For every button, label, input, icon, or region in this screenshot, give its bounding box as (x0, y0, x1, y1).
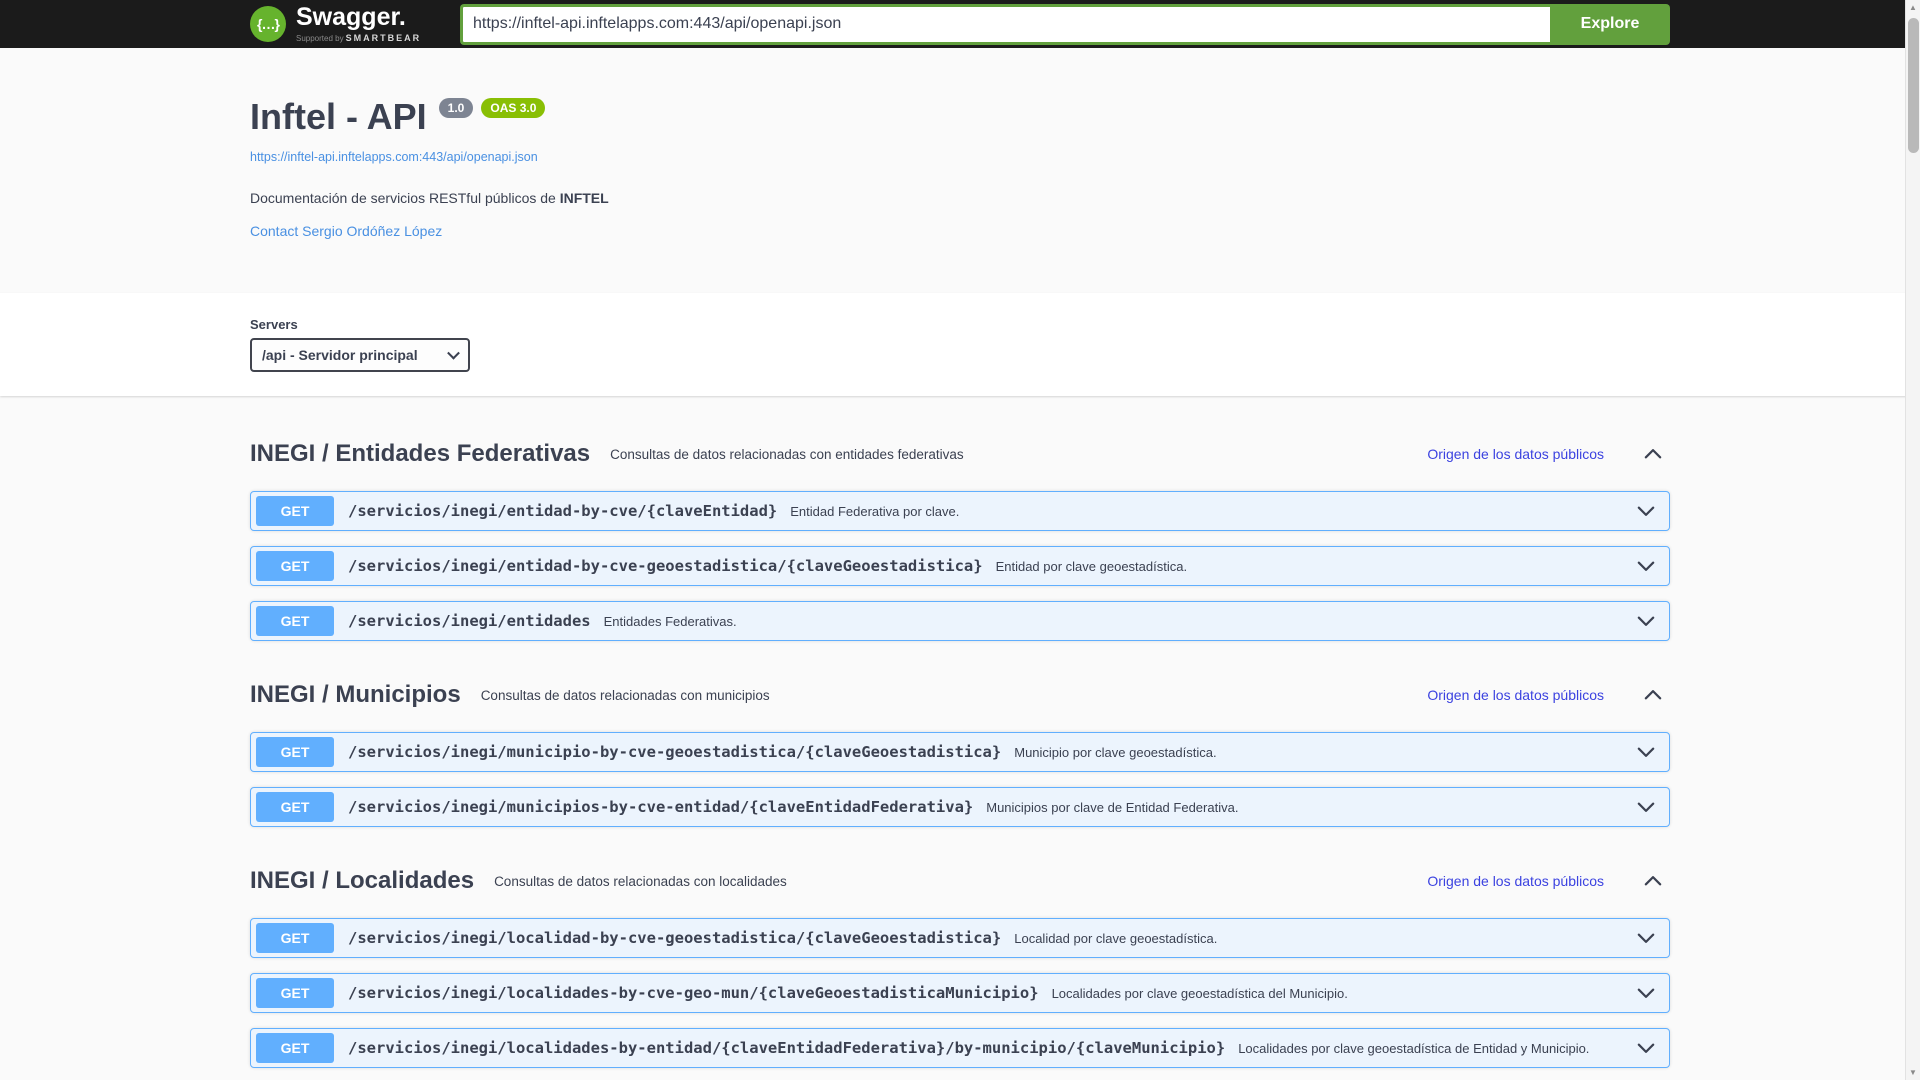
endpoint-path: /servicios/inegi/localidades-by-entidad/… (348, 1039, 1226, 1057)
endpoint-row[interactable]: GET /servicios/inegi/entidad-by-cve-geoe… (250, 546, 1670, 586)
endpoint-row[interactable]: GET /servicios/inegi/localidades-by-cve-… (250, 973, 1670, 1013)
endpoint-summary: Entidad por clave geoestadística. (995, 558, 1188, 574)
swagger-wordmark-text: Swagger. (296, 3, 406, 31)
scroll-down-icon[interactable]: ▼ (1909, 1065, 1917, 1080)
sections: INEGI / Entidades Federativas Consultas … (230, 396, 1690, 1068)
api-description: Documentación de servicios RESTful públi… (250, 190, 1670, 206)
spec-url-input[interactable] (460, 3, 1550, 45)
endpoint-path: /servicios/inegi/municipio-by-cve-geoest… (348, 743, 1002, 761)
api-description-org: INFTEL (559, 190, 609, 206)
page-title: Inftel - API 1.0 OAS 3.0 (250, 96, 1670, 138)
api-tag-description: Consultas de datos relacionadas con enti… (610, 446, 964, 462)
endpoint-path: /servicios/inegi/entidades (348, 612, 591, 630)
swagger-logo-icon: {…} (250, 6, 286, 42)
http-method-badge: GET (256, 496, 334, 526)
chevron-down-icon[interactable] (1635, 610, 1657, 632)
http-method-badge: GET (256, 923, 334, 953)
oas-badge: OAS 3.0 (481, 97, 546, 119)
api-description-text: Documentación de servicios RESTful públi… (250, 190, 560, 206)
http-method-badge: GET (256, 737, 334, 767)
endpoint-row[interactable]: GET /servicios/inegi/localidad-by-cve-ge… (250, 918, 1670, 958)
supported-by-text: Supported by (296, 34, 344, 43)
chevron-down-icon[interactable] (1635, 741, 1657, 763)
api-tag-description: Consultas de datos relacionadas con muni… (480, 687, 770, 703)
endpoint-summary: Localidades por clave geoestadística de … (1238, 1040, 1590, 1056)
external-docs-link[interactable]: Origen de los datos públicos (1427, 687, 1604, 703)
http-method-badge: GET (256, 551, 334, 581)
scroll-up-icon[interactable]: ▲ (1909, 0, 1917, 15)
api-tag-title: INEGI / Municipios (250, 681, 461, 708)
version-badges: 1.0 OAS 3.0 (438, 97, 546, 119)
endpoint-list: GET /servicios/inegi/municipio-by-cve-ge… (250, 732, 1670, 827)
swagger-logo[interactable]: {…} Swagger. Supported by SMARTBEAR (250, 5, 421, 43)
api-tag-section: INEGI / Localidades Consultas de datos r… (250, 867, 1670, 1068)
version-badge: 1.0 (438, 97, 474, 119)
http-method-badge: GET (256, 1033, 334, 1063)
endpoint-path: /servicios/inegi/entidad-by-cve/{claveEn… (348, 502, 778, 520)
external-docs-link[interactable]: Origen de los datos públicos (1427, 446, 1604, 462)
endpoint-summary: Localidad por clave geoestadística. (1014, 930, 1218, 946)
scrollbar-thumb[interactable] (1907, 18, 1919, 153)
spec-url-link[interactable]: https://inftel-api.inftelapps.com:443/ap… (250, 150, 538, 164)
api-title-text: Inftel - API (250, 96, 427, 137)
chevron-up-icon[interactable] (1642, 684, 1664, 706)
api-tag-header[interactable]: INEGI / Entidades Federativas Consultas … (250, 440, 1670, 468)
api-tag-title: INEGI / Localidades (250, 867, 475, 894)
endpoint-summary: Municipio por clave geoestadística. (1014, 744, 1217, 760)
endpoint-row[interactable]: GET /servicios/inegi/entidades Entidades… (250, 601, 1670, 641)
endpoint-list: GET /servicios/inegi/entidad-by-cve/{cla… (250, 491, 1670, 641)
endpoint-list: GET /servicios/inegi/localidad-by-cve-ge… (250, 918, 1670, 1068)
http-method-badge: GET (256, 606, 334, 636)
smartbear-byline: Supported by SMARTBEAR (296, 33, 421, 43)
scrollbar[interactable]: ▲ ▼ (1905, 0, 1920, 1080)
api-tag-header[interactable]: INEGI / Localidades Consultas de datos r… (250, 867, 1670, 895)
endpoint-summary: Entidades Federativas. (603, 613, 737, 629)
api-tag-title: INEGI / Entidades Federativas (250, 440, 591, 467)
endpoint-row[interactable]: GET /servicios/inegi/localidades-by-enti… (250, 1028, 1670, 1068)
servers-select[interactable]: /api - Servidor principal (250, 338, 470, 372)
api-tag-section: INEGI / Municipios Consultas de datos re… (250, 681, 1670, 827)
http-method-badge: GET (256, 978, 334, 1008)
endpoint-summary: Entidad Federativa por clave. (790, 503, 960, 519)
contact-link[interactable]: Contact Sergio Ordóñez López (250, 223, 442, 239)
servers-label: Servers (250, 317, 298, 332)
chevron-up-icon[interactable] (1642, 870, 1664, 892)
api-tag-header[interactable]: INEGI / Municipios Consultas de datos re… (250, 681, 1670, 709)
external-docs-link[interactable]: Origen de los datos públicos (1427, 873, 1604, 889)
endpoint-row[interactable]: GET /servicios/inegi/municipio-by-cve-ge… (250, 732, 1670, 772)
chevron-down-icon[interactable] (1635, 1037, 1657, 1059)
swagger-wordmark: Swagger. Supported by SMARTBEAR (296, 3, 421, 44)
chevron-down-icon[interactable] (1635, 982, 1657, 1004)
endpoint-row[interactable]: GET /servicios/inegi/municipios-by-cve-e… (250, 787, 1670, 827)
endpoint-path: /servicios/inegi/localidades-by-cve-geo-… (348, 984, 1039, 1002)
api-tag-description: Consultas de datos relacionadas con loca… (494, 873, 787, 889)
smartbear-text: SMARTBEAR (345, 33, 422, 43)
chevron-down-icon[interactable] (1635, 500, 1657, 522)
endpoint-path: /servicios/inegi/localidad-by-cve-geoest… (348, 929, 1002, 947)
api-tag-section: INEGI / Entidades Federativas Consultas … (250, 440, 1670, 641)
topbar: {…} Swagger. Supported bySMARTBEAR Explo… (0, 0, 1920, 48)
explore-button[interactable]: Explore (1550, 3, 1670, 45)
chevron-down-icon[interactable] (1635, 555, 1657, 577)
endpoint-path: /servicios/inegi/municipios-by-cve-entid… (348, 798, 974, 816)
endpoint-summary: Municipios por clave de Entidad Federati… (986, 799, 1239, 815)
http-method-badge: GET (256, 792, 334, 822)
chevron-up-icon[interactable] (1642, 443, 1664, 465)
scheme-container: Servers /api - Servidor principal (0, 293, 1920, 396)
chevron-down-icon[interactable] (1635, 796, 1657, 818)
info-section: Inftel - API 1.0 OAS 3.0 https://inftel-… (230, 48, 1690, 241)
endpoint-path: /servicios/inegi/entidad-by-cve-geoestad… (348, 557, 983, 575)
endpoint-summary: Localidades por clave geoestadística del… (1051, 985, 1348, 1001)
explore-form: Explore (460, 3, 1670, 45)
chevron-down-icon[interactable] (1635, 927, 1657, 949)
endpoint-row[interactable]: GET /servicios/inegi/entidad-by-cve/{cla… (250, 491, 1670, 531)
